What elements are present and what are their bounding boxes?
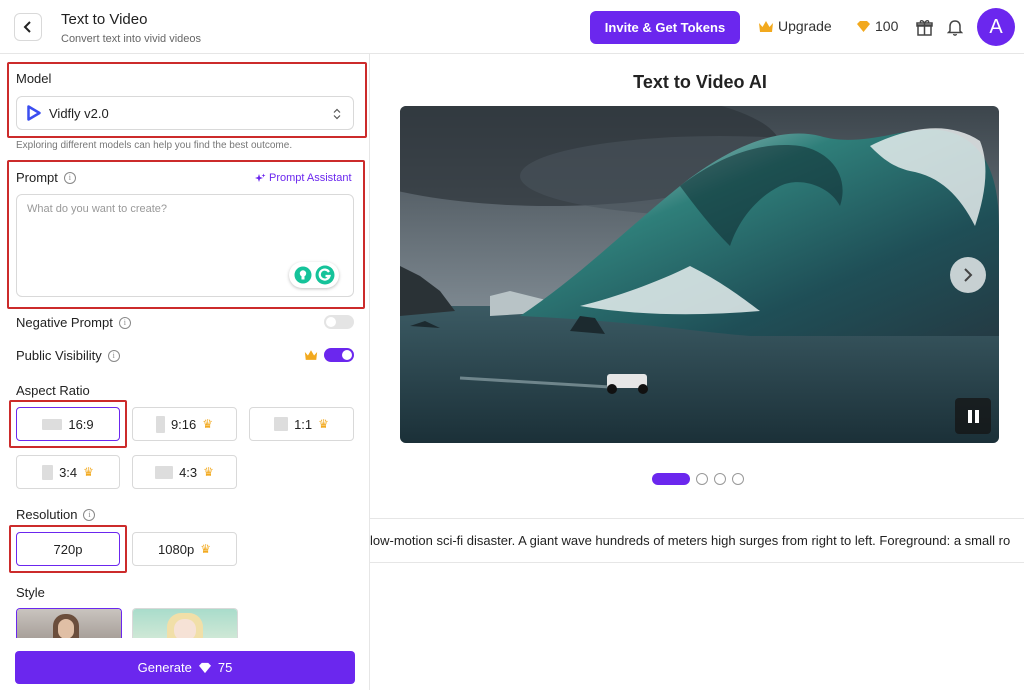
info-icon[interactable]: i (63, 171, 76, 184)
sparkle-icon (255, 173, 266, 182)
resolution-1080p-option[interactable]: 1080p ♛ (132, 532, 237, 566)
chevron-up-down-icon (333, 108, 341, 120)
vidfly-logo-icon (27, 105, 41, 121)
lightbulb-icon (294, 266, 311, 284)
grammarly-icon (315, 265, 334, 285)
resolution-720p-option[interactable]: 720p (16, 532, 120, 566)
grammarly-widget[interactable] (289, 262, 339, 288)
carousel-dot-4[interactable] (732, 473, 744, 485)
back-button[interactable] (14, 13, 42, 41)
crown-icon: ♛ (200, 542, 211, 556)
diamond-icon (198, 662, 211, 673)
aspect-9-16-option[interactable]: 9:16 ♛ (132, 407, 237, 441)
negative-prompt-label: Negative Prompt i (16, 315, 131, 330)
info-icon[interactable]: i (118, 316, 131, 329)
token-count: 100 (875, 18, 899, 34)
crown-icon (759, 20, 773, 32)
preview-title: Text to Video AI (633, 72, 767, 92)
aspect-ratio-label: Aspect Ratio (16, 383, 90, 398)
carousel-dot-3[interactable] (714, 473, 726, 485)
aspect-1-1-option[interactable]: 1:1 ♛ (249, 407, 354, 441)
ratio-shape (155, 465, 174, 479)
wave-scene-image (400, 106, 999, 443)
prompt-caption: low-motion sci-fi disaster. A giant wave… (370, 518, 1024, 563)
style-thumbnail-anime[interactable] (132, 608, 238, 638)
ratio-shape (155, 415, 165, 433)
caption-text: low-motion sci-fi disaster. A giant wave… (370, 533, 1011, 548)
crown-icon: ♛ (202, 417, 214, 431)
crown-icon (304, 350, 318, 360)
ratio-shape (274, 417, 289, 431)
top-header: Text to Video Convert text into vivid vi… (0, 0, 1024, 54)
prompt-placeholder: What do you want to create? (27, 203, 168, 215)
model-select[interactable]: Vidfly v2.0 (16, 96, 354, 130)
public-visibility-toggle[interactable] (324, 348, 354, 362)
aspect-4-3-option[interactable]: 4:3 ♛ (132, 455, 237, 489)
page-title: Text to Video (61, 11, 148, 28)
prompt-label: Prompt i (16, 170, 76, 185)
toggle-knob (342, 350, 352, 360)
ratio-shape (42, 418, 63, 430)
example-video[interactable] (400, 106, 999, 443)
style-label: Style (16, 585, 45, 600)
gift-button[interactable] (914, 17, 934, 37)
carousel-next-button[interactable] (950, 257, 986, 293)
resolution-label: Resolution i (16, 507, 96, 522)
style-preview (133, 609, 237, 638)
aspect-3-4-option[interactable]: 3:4 ♛ (16, 455, 120, 489)
crown-icon: ♛ (318, 417, 329, 431)
invite-button[interactable]: Invite & Get Tokens (590, 11, 740, 44)
info-icon[interactable]: i (107, 349, 120, 362)
notifications-button[interactable] (945, 17, 965, 37)
crown-icon: ♛ (83, 465, 94, 479)
pause-button[interactable] (955, 398, 991, 434)
aspect-16-9-option[interactable]: 16:9 (16, 407, 120, 441)
bell-icon (947, 19, 963, 36)
carousel-dots (652, 473, 744, 485)
carousel-dot-1[interactable] (652, 473, 690, 485)
ratio-shape (42, 464, 54, 480)
generate-button[interactable]: Generate 75 (15, 651, 355, 684)
pause-icon (967, 409, 972, 423)
info-icon[interactable]: i (83, 508, 96, 521)
token-balance[interactable]: 100 (856, 18, 898, 34)
style-preview (17, 609, 121, 638)
negative-prompt-toggle[interactable] (324, 315, 354, 329)
model-label: Model (16, 71, 52, 86)
style-thumbnail-realistic[interactable] (16, 608, 122, 638)
carousel-dot-2[interactable] (696, 473, 708, 485)
chevron-right-icon (964, 268, 973, 282)
model-value: Vidfly v2.0 (49, 105, 109, 121)
toggle-knob (326, 317, 336, 327)
crown-icon: ♛ (203, 465, 214, 479)
diamond-icon (857, 20, 870, 32)
page-subtitle: Convert text into vivid videos (61, 33, 202, 45)
gift-icon (915, 19, 933, 36)
upgrade-label: Upgrade (778, 18, 832, 34)
avatar[interactable]: A (977, 8, 1015, 46)
prompt-assistant-button[interactable]: Prompt Assistant (255, 172, 352, 184)
public-visibility-label: Public Visibility i (16, 348, 120, 363)
upgrade-button[interactable]: Upgrade (758, 18, 832, 34)
model-hint: Exploring different models can help you … (16, 140, 293, 151)
chevron-left-icon (23, 21, 31, 33)
